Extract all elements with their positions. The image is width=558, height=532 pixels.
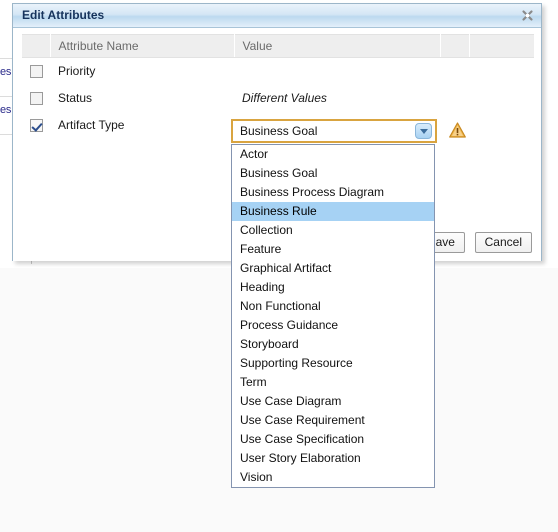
- column-header-attribute-name: Attribute Name: [50, 34, 235, 58]
- column-header-select: [22, 34, 51, 58]
- row-extra-cell-2: [469, 58, 534, 85]
- dropdown-option[interactable]: User Story Elaboration: [232, 449, 434, 468]
- column-header-value: Value: [234, 34, 441, 58]
- dropdown-option[interactable]: Business Rule: [232, 202, 434, 221]
- warning-triangle-icon: [449, 122, 466, 138]
- table-row: Priority: [22, 58, 534, 85]
- dropdown-option[interactable]: Collection: [232, 221, 434, 240]
- attribute-name-artifact-type: Artifact Type: [58, 118, 125, 132]
- row-select-cell: [22, 112, 50, 139]
- row-extra-cell-2: [469, 85, 534, 112]
- dropdown-option[interactable]: Use Case Specification: [232, 430, 434, 449]
- table-header: Attribute Name Value: [22, 34, 534, 58]
- dropdown-option[interactable]: Process Guidance: [232, 316, 434, 335]
- close-icon[interactable]: [521, 9, 534, 22]
- dropdown-option[interactable]: Use Case Requirement: [232, 411, 434, 430]
- row-extra-cell-1: [440, 85, 469, 112]
- dialog-titlebar: Edit Attributes: [13, 4, 541, 28]
- dropdown-option[interactable]: Feature: [232, 240, 434, 259]
- attribute-value-priority: [234, 58, 440, 85]
- chevron-down-icon[interactable]: [415, 123, 432, 139]
- table-row: Status Different Values: [22, 85, 534, 112]
- cancel-button[interactable]: Cancel: [474, 232, 532, 253]
- attribute-name-status: Status: [58, 91, 93, 105]
- row-extra-cell-1: [440, 58, 469, 85]
- column-header-extra-1: [440, 34, 470, 58]
- dropdown-option[interactable]: Vision: [232, 468, 434, 487]
- combobox-selected-value: Business Goal: [240, 124, 318, 138]
- dropdown-option[interactable]: Business Process Diagram: [232, 183, 434, 202]
- checkbox-priority[interactable]: [29, 65, 43, 79]
- dropdown-option[interactable]: Heading: [232, 278, 434, 297]
- dropdown-option[interactable]: Graphical Artifact: [232, 259, 434, 278]
- row-extra-cell-2: [469, 112, 534, 139]
- checkbox-status[interactable]: [29, 92, 43, 106]
- dropdown-option[interactable]: Business Goal: [232, 164, 434, 183]
- artifact-type-dropdown-list[interactable]: Actor Business Goal Business Process Diagr…: [231, 144, 435, 488]
- attribute-name-priority: Priority: [58, 64, 96, 79]
- dropdown-option[interactable]: Storyboard: [232, 335, 434, 354]
- column-header-extra-2: [469, 34, 534, 58]
- artifact-type-combobox-wrapper: Business Goal: [231, 119, 437, 143]
- dropdown-option[interactable]: Supporting Resource: [232, 354, 434, 373]
- dropdown-option[interactable]: Term: [232, 373, 434, 392]
- artifact-type-combobox[interactable]: Business Goal: [231, 119, 437, 143]
- dropdown-option[interactable]: Non Functional: [232, 297, 434, 316]
- dialog-title: Edit Attributes: [22, 8, 105, 22]
- table-header-row: Attribute Name Value: [22, 34, 534, 58]
- row-select-cell: [22, 58, 50, 85]
- dropdown-option[interactable]: Use Case Diagram: [232, 392, 434, 411]
- dropdown-option[interactable]: Actor: [232, 145, 434, 164]
- row-select-cell: [22, 85, 50, 112]
- attribute-value-status: Different Values: [242, 91, 327, 105]
- checkbox-artifact-type[interactable]: [29, 119, 43, 133]
